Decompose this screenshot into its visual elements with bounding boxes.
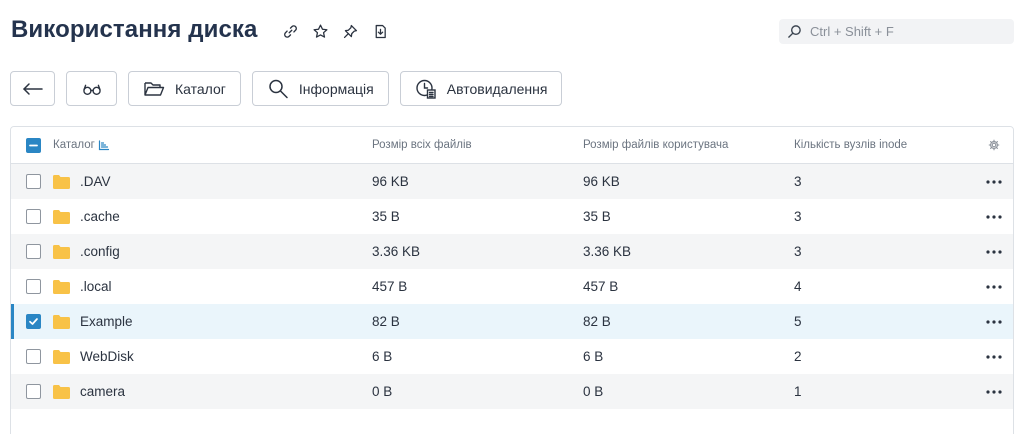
column-header-size-user[interactable]: Розмір файлів користувача bbox=[583, 139, 794, 151]
folder-icon bbox=[53, 314, 70, 329]
folder-icon bbox=[53, 244, 70, 259]
row-checkbox[interactable] bbox=[25, 279, 41, 294]
folder-icon bbox=[53, 279, 70, 294]
size-all-cell: 82 B bbox=[372, 314, 400, 329]
column-header-size-all[interactable]: Розмір всіх файлів bbox=[372, 139, 583, 151]
more-icon[interactable] bbox=[985, 214, 1003, 220]
size-user-cell: 0 B bbox=[583, 384, 604, 399]
catalog-button[interactable]: Каталог bbox=[128, 71, 241, 106]
search-icon bbox=[788, 25, 801, 38]
inodes-cell: 3 bbox=[794, 244, 802, 259]
back-button[interactable] bbox=[10, 71, 55, 106]
folder-name[interactable]: camera bbox=[80, 384, 125, 399]
table-row[interactable]: .DAV 96 KB 96 KB 3 bbox=[11, 164, 1013, 199]
more-icon[interactable] bbox=[985, 179, 1003, 185]
row-checkbox[interactable] bbox=[25, 384, 41, 399]
size-user-cell: 457 B bbox=[583, 279, 619, 294]
column-settings-cell bbox=[974, 139, 1013, 151]
column-header-inodes[interactable]: Кількість вузлів inode bbox=[794, 139, 974, 151]
inodes-cell: 2 bbox=[794, 349, 802, 364]
row-checkbox[interactable] bbox=[25, 209, 41, 224]
row-checkbox[interactable] bbox=[25, 314, 41, 329]
folder-name[interactable]: .DAV bbox=[80, 174, 111, 189]
size-user-cell: 3.36 KB bbox=[583, 244, 632, 259]
toolbar: Каталог Інформація Автовидалення bbox=[10, 71, 573, 106]
folder-icon bbox=[53, 384, 70, 399]
size-all-cell: 6 B bbox=[372, 349, 393, 364]
column-header-name[interactable]: Каталог bbox=[53, 139, 372, 151]
folder-name[interactable]: .local bbox=[80, 279, 112, 294]
autodelete-button[interactable]: Автовидалення bbox=[399, 71, 563, 106]
size-all-cell: 35 B bbox=[372, 209, 400, 224]
inodes-cell: 4 bbox=[794, 279, 802, 294]
sort-icon[interactable] bbox=[98, 139, 110, 151]
row-checkbox[interactable] bbox=[25, 174, 41, 189]
link-icon[interactable] bbox=[280, 21, 300, 41]
arrow-left-icon bbox=[22, 82, 43, 95]
table-row[interactable]: .cache 35 B 35 B 3 bbox=[11, 199, 1013, 234]
more-icon[interactable] bbox=[985, 249, 1003, 255]
search-input[interactable] bbox=[810, 24, 1010, 39]
size-all-cell: 96 KB bbox=[372, 174, 409, 189]
table-row[interactable]: WebDisk 6 B 6 B 2 bbox=[11, 339, 1013, 374]
size-user-cell: 35 B bbox=[583, 209, 611, 224]
row-checkbox[interactable] bbox=[25, 244, 41, 259]
more-icon[interactable] bbox=[985, 319, 1003, 325]
table-row[interactable]: .local 457 B 457 B 4 bbox=[11, 269, 1013, 304]
folder-name[interactable]: .config bbox=[80, 244, 120, 259]
star-icon[interactable] bbox=[310, 21, 330, 41]
folder-icon bbox=[53, 174, 70, 189]
column-name-label: Каталог bbox=[53, 139, 95, 151]
info-button[interactable]: Інформація bbox=[251, 71, 389, 106]
clock-delete-icon bbox=[416, 79, 436, 99]
size-all-cell: 0 B bbox=[372, 384, 393, 399]
search-box[interactable] bbox=[779, 19, 1014, 44]
folder-open-icon bbox=[144, 81, 165, 96]
more-icon[interactable] bbox=[985, 354, 1003, 360]
gear-icon[interactable] bbox=[988, 139, 1000, 151]
autodelete-label: Автовидалення bbox=[446, 80, 548, 97]
size-user-cell: 96 KB bbox=[583, 174, 620, 189]
folder-name[interactable]: .cache bbox=[80, 209, 120, 224]
size-user-cell: 82 B bbox=[583, 314, 611, 329]
more-icon[interactable] bbox=[985, 389, 1003, 395]
inodes-cell: 1 bbox=[794, 384, 802, 399]
pin-icon[interactable] bbox=[340, 21, 360, 41]
folder-name[interactable]: WebDisk bbox=[80, 349, 134, 364]
size-user-cell: 6 B bbox=[583, 349, 604, 364]
title-actions bbox=[280, 21, 390, 41]
size-all-cell: 457 B bbox=[372, 279, 408, 294]
inodes-cell: 3 bbox=[794, 209, 802, 224]
table-row-selected[interactable]: Example 82 B 82 B 5 bbox=[11, 304, 1013, 339]
folder-name[interactable]: Example bbox=[80, 314, 133, 329]
page-title: Використання диска bbox=[11, 16, 258, 43]
disk-usage-table: Каталог Розмір всіх файлів Розмір файлів… bbox=[10, 126, 1014, 434]
table-row[interactable]: .config 3.36 KB 3.36 KB 3 bbox=[11, 234, 1013, 269]
row-checkbox[interactable] bbox=[25, 349, 41, 364]
magnifier-icon bbox=[269, 79, 288, 98]
inodes-cell: 5 bbox=[794, 314, 802, 329]
select-all-cell bbox=[11, 137, 53, 153]
catalog-label: Каталог bbox=[175, 80, 226, 97]
more-icon[interactable] bbox=[985, 284, 1003, 290]
glasses-icon bbox=[82, 84, 101, 95]
download-icon[interactable] bbox=[370, 21, 390, 41]
select-all-checkbox[interactable] bbox=[25, 137, 41, 153]
size-all-cell: 3.36 KB bbox=[372, 244, 421, 259]
folder-icon bbox=[53, 349, 70, 364]
inodes-cell: 3 bbox=[794, 174, 802, 189]
table-header: Каталог Розмір всіх файлів Розмір файлів… bbox=[11, 127, 1013, 164]
view-button[interactable] bbox=[66, 71, 117, 106]
header: Використання диска bbox=[0, 0, 1020, 62]
table-row[interactable]: camera 0 B 0 B 1 bbox=[11, 374, 1013, 409]
folder-icon bbox=[53, 209, 70, 224]
info-label: Інформація bbox=[298, 80, 374, 97]
